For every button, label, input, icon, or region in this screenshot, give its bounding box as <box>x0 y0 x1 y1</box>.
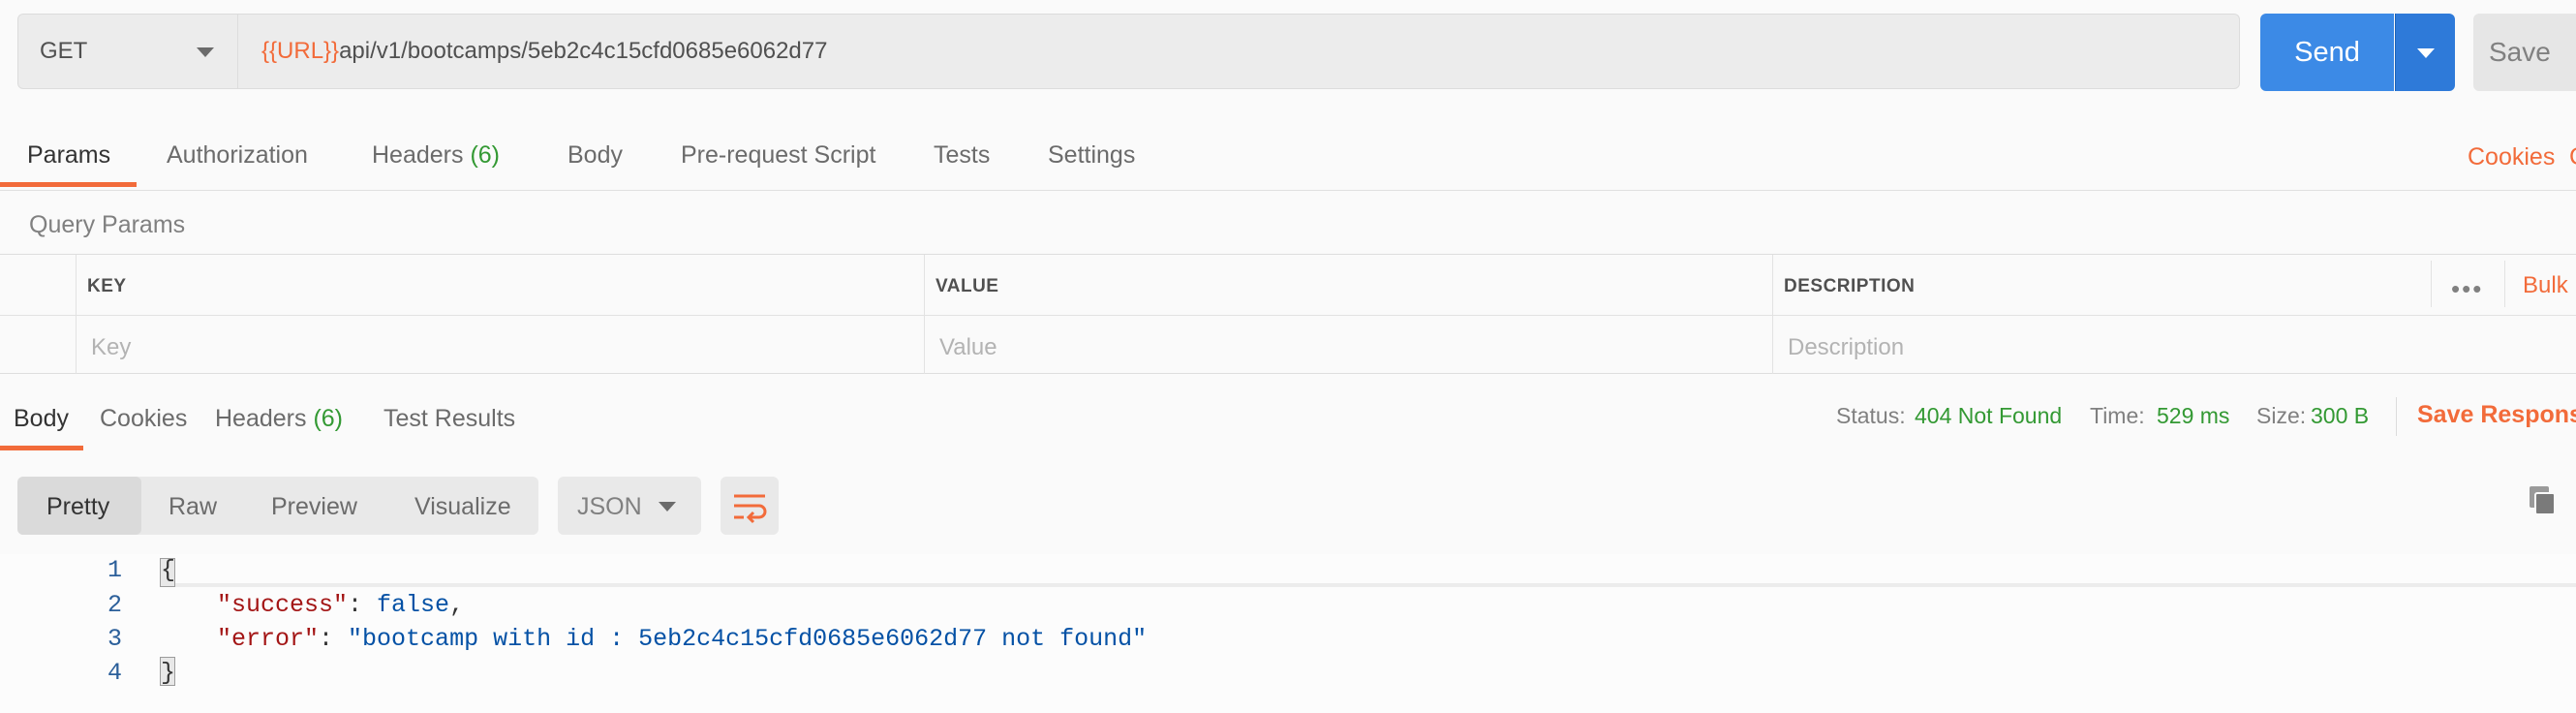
tab-test-results[interactable]: Test Results <box>383 405 515 433</box>
size-label: Size: <box>2256 403 2307 428</box>
tab-body[interactable]: Body <box>567 141 623 170</box>
time-value: 529 ms <box>2157 403 2230 428</box>
tab-authorization[interactable]: Authorization <box>167 141 308 170</box>
status-label: Status: <box>1836 403 1906 428</box>
request-tabs: Params Authorization Headers (6) Body Pr… <box>0 110 2576 191</box>
chevron-down-icon <box>659 502 676 512</box>
view-mode-group: Pretty Raw Preview Visualize <box>17 477 538 535</box>
tab-response-headers[interactable]: Headers (6) <box>215 405 343 433</box>
time-label: Time: <box>2090 403 2145 428</box>
format-select[interactable]: JSON <box>558 477 701 535</box>
chevron-down-icon <box>2417 48 2435 58</box>
request-bar: GET {{URL}}api/v1/bootcamps/5eb2c4c15cfd… <box>0 0 2576 111</box>
response-view-toolbar: Pretty Raw Preview Visualize JSON <box>0 455 2576 555</box>
column-header-description: DESCRIPTION <box>1784 276 1916 296</box>
code-line-3: "error": "bootcamp with id : 5eb2c4c15cf… <box>217 625 1148 653</box>
code-line-4: } <box>161 659 176 687</box>
tab-response-cookies[interactable]: Cookies <box>100 405 187 433</box>
send-button[interactable]: Send <box>2260 14 2394 91</box>
key-input[interactable]: Key <box>91 334 131 361</box>
json-value: "bootcamp with id : 5eb2c4c15cfd0685e606… <box>348 625 1148 653</box>
send-options-button[interactable] <box>2395 14 2455 91</box>
wrap-lines-icon <box>734 494 767 524</box>
tab-settings[interactable]: Settings <box>1048 141 1135 170</box>
line-number: 2 <box>107 591 122 619</box>
copy-icon[interactable] <box>2528 484 2557 517</box>
method-select[interactable]: GET <box>17 14 238 89</box>
value-input[interactable]: Value <box>939 334 997 361</box>
code-line-2: "success": false, <box>217 591 465 619</box>
query-params-table: KEY VALUE DESCRIPTION ••• Bulk Key Value… <box>0 254 2576 375</box>
method-label: GET <box>40 38 88 64</box>
bulk-edit-link[interactable]: Bulk <box>2523 272 2568 299</box>
more-options-icon[interactable]: ••• <box>2451 274 2483 304</box>
raw-button[interactable]: Raw <box>169 493 217 521</box>
column-header-key: KEY <box>87 276 127 296</box>
code-line-1: { <box>161 556 176 584</box>
url-variable: {{URL}} <box>261 38 340 64</box>
tab-response-headers-label: Headers <box>215 405 307 432</box>
line-number: 1 <box>107 556 122 584</box>
visualize-button[interactable]: Visualize <box>414 493 511 521</box>
table-divider <box>0 315 2576 316</box>
column-divider <box>2504 261 2505 307</box>
response-tabs: Body Cookies Headers (6) Test Results St… <box>0 374 2576 456</box>
column-divider <box>2431 261 2432 307</box>
tab-headers-label: Headers <box>372 141 464 169</box>
active-tab-indicator <box>0 446 83 450</box>
column-header-value: VALUE <box>935 276 999 296</box>
tab-prerequest-script[interactable]: Pre-request Script <box>681 141 875 170</box>
current-line-highlight <box>161 583 2576 587</box>
cookies-link[interactable]: Cookies <box>2468 143 2555 171</box>
pretty-button[interactable]: Pretty <box>46 493 109 521</box>
url-input[interactable]: {{URL}}api/v1/bootcamps/5eb2c4c15cfd0685… <box>238 14 2240 89</box>
tab-params[interactable]: Params <box>27 141 110 170</box>
column-divider <box>76 255 77 375</box>
tab-headers[interactable]: Headers (6) <box>372 141 500 170</box>
save-response-button[interactable]: Save Response <box>2417 401 2576 429</box>
query-params-title: Query Params <box>29 211 186 238</box>
size-value: 300 B <box>2311 403 2370 428</box>
url-text: {{URL}}api/v1/bootcamps/5eb2c4c15cfd0685… <box>261 38 827 65</box>
status-value: 404 Not Found <box>1915 403 2063 428</box>
chevron-down-icon <box>197 47 214 57</box>
format-label: JSON <box>577 493 642 520</box>
line-number: 3 <box>107 625 122 653</box>
column-divider <box>924 255 925 375</box>
description-input[interactable]: Description <box>1788 334 1904 361</box>
tab-response-body[interactable]: Body <box>14 405 69 433</box>
divider <box>2396 397 2397 436</box>
json-value: false <box>377 591 450 619</box>
wrap-lines-button[interactable] <box>721 477 779 535</box>
code-link[interactable]: C <box>2569 143 2576 171</box>
url-path: api/v1/bootcamps/5eb2c4c15cfd0685e6062d7… <box>339 38 828 64</box>
save-button[interactable]: Save <box>2473 14 2576 91</box>
column-divider <box>1772 255 1773 375</box>
line-number: 4 <box>107 659 122 687</box>
response-headers-count-badge: (6) <box>313 405 344 432</box>
json-key: "success" <box>217 591 349 619</box>
active-tab-indicator <box>0 182 137 187</box>
tab-tests[interactable]: Tests <box>934 141 990 170</box>
json-key: "error" <box>217 625 320 653</box>
preview-button[interactable]: Preview <box>271 493 357 521</box>
headers-count-badge: (6) <box>470 141 501 169</box>
response-body-editor[interactable]: 1 2 3 4 { "success": false, "error": "bo… <box>0 554 2576 713</box>
